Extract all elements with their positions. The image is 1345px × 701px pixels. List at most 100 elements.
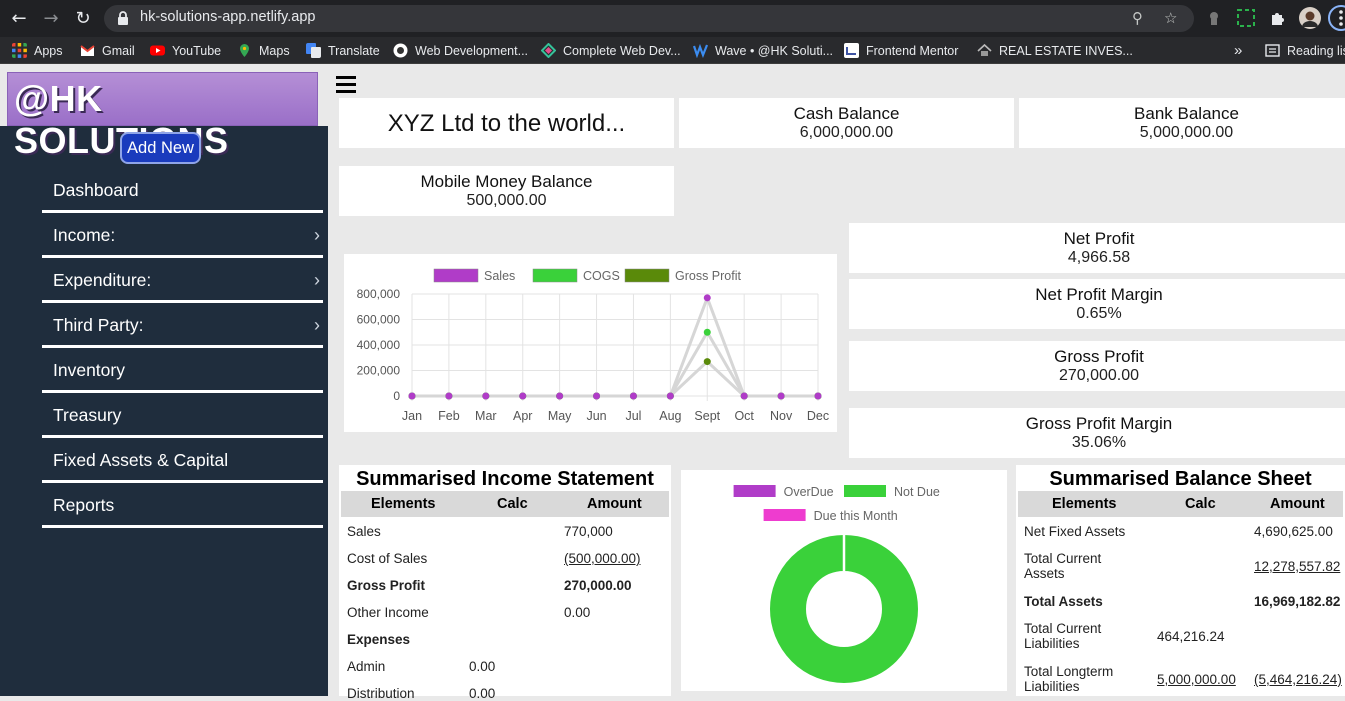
x-tick-label: Nov (770, 409, 793, 423)
column-header: Amount (1270, 496, 1325, 512)
bookmarks-overflow-icon[interactable]: » (1234, 42, 1242, 60)
bookmark-real-estate[interactable]: REAL ESTATE INVES... (977, 42, 1133, 60)
card-value: 500,000.00 (466, 192, 547, 209)
legend-swatch (433, 268, 479, 283)
bookmark-maps[interactable]: Maps (237, 42, 290, 60)
data-point (703, 294, 711, 302)
bookmark-gmail[interactable]: Gmail (80, 42, 135, 60)
back-icon[interactable]: ← (6, 6, 32, 32)
table-header: Elements Calc Amount (1018, 491, 1343, 517)
data-point (482, 392, 490, 400)
x-tick-label: Jun (586, 409, 606, 423)
card-value: 5,000,000.00 (1139, 124, 1234, 141)
mobile-money-card: Mobile Money Balance 500,000.00 (339, 166, 674, 216)
column-header: Calc (1185, 496, 1216, 512)
gross-profit-card: Gross Profit 270,000.00 (849, 341, 1345, 391)
sidebar-item-label: Dashboard (53, 180, 139, 200)
menu-dots-icon[interactable] (1328, 5, 1345, 31)
bookmark-web-development[interactable]: Web Development... (393, 42, 528, 60)
invoice-status-donut-chart: OverDue Not Due Due this Month (681, 470, 1007, 691)
bookmark-translate[interactable]: Translate (306, 42, 380, 60)
sidebar-item-label: Treasury (53, 405, 122, 425)
table-header: Elements Calc Amount (341, 491, 669, 517)
bookmark-label: REAL ESTATE INVES... (999, 44, 1133, 58)
row-element: Distribution (347, 686, 415, 701)
data-point (556, 392, 564, 400)
card-value: 0.65% (1076, 305, 1122, 322)
legend-swatch (532, 268, 578, 283)
url-text: hk-solutions-app.netlify.app (140, 9, 316, 25)
zoom-icon[interactable]: ⚲ (1132, 9, 1143, 27)
data-point (703, 358, 711, 366)
row-amount: 12,278,557.82 (1254, 559, 1341, 574)
frontend-mentor-icon (844, 43, 859, 58)
data-point (629, 392, 637, 400)
sidebar-menu: Dashboard Income: › Expenditure: › Third P… (42, 168, 323, 528)
x-tick-label: Aug (659, 409, 681, 423)
y-tick-label: 200,000 (357, 364, 401, 378)
card-value: 35.06% (1071, 434, 1127, 451)
card-value: 270,000.00 (1058, 367, 1140, 384)
brand-logo[interactable]: @HK SOLUTIONS (7, 72, 318, 161)
income-statement-panel: Summarised Income Statement Elements Cal… (339, 465, 671, 701)
chevron-right-icon: › (314, 270, 320, 290)
sidebar-item-treasury[interactable]: Treasury (42, 393, 323, 438)
x-tick-label: Jul (625, 409, 641, 423)
column-header: Amount (587, 496, 642, 512)
bookmark-label: Gmail (102, 44, 135, 58)
chart-legend: OverDue Not Due Due this Month (733, 485, 940, 523)
reload-icon[interactable]: ↻ (70, 6, 96, 32)
address-bar[interactable]: hk-solutions-app.netlify.app ⚲ ☆ (104, 5, 1194, 32)
translate-icon (306, 43, 321, 58)
bookmark-label: Web Development... (415, 44, 529, 58)
star-icon[interactable]: ☆ (1164, 9, 1177, 27)
sidebar-item-fixed-assets[interactable]: Fixed Assets & Capital (42, 438, 323, 483)
bookmark-label: Complete Web Dev... (563, 44, 681, 58)
legend-label: COGS (583, 269, 620, 283)
bookmark-youtube[interactable]: YouTube (150, 42, 221, 60)
sidebar-item-third-party[interactable]: Third Party: › (42, 303, 323, 348)
net-profit-margin-card: Net Profit Margin 0.65% (849, 279, 1345, 329)
avatar[interactable] (1299, 7, 1321, 29)
extension-icon[interactable] (1204, 8, 1224, 28)
row-element: Total Current Liabilities (1024, 621, 1102, 651)
hamburger-menu-icon[interactable] (336, 76, 356, 94)
sidebar-item-income[interactable]: Income: › (42, 213, 323, 258)
sidebar-item-dashboard[interactable]: Dashboard (42, 168, 323, 213)
app-root: @HK SOLUTIONS Add New Dashboard Income: ›… (0, 64, 1345, 701)
row-amount: 4,690,625.00 (1254, 524, 1333, 539)
data-point (519, 392, 527, 400)
row-element: Admin (347, 659, 386, 674)
sidebar-item-expenditure[interactable]: Expenditure: › (42, 258, 323, 303)
data-point (408, 392, 416, 400)
sidebar-item-inventory[interactable]: Inventory (42, 348, 323, 393)
bookmark-label: Apps (34, 44, 63, 58)
x-tick-label: Oct (734, 409, 754, 423)
screen-capture-icon[interactable] (1236, 8, 1256, 28)
forward-icon[interactable]: → (38, 6, 64, 32)
x-tick-label: May (548, 409, 572, 423)
legend-swatch (733, 485, 776, 497)
reading-list[interactable]: Reading lis (1265, 42, 1345, 60)
bookmark-label: YouTube (172, 44, 222, 58)
lock-icon (118, 11, 128, 25)
x-tick-label: Feb (438, 409, 460, 423)
card-value: 4,966.58 (1067, 249, 1131, 266)
bookmark-wave[interactable]: Wave • @HK Soluti... (693, 42, 833, 60)
company-title: XYZ Ltd to the world... (339, 98, 674, 148)
gross-profit-margin-card: Gross Profit Margin 35.06% (849, 408, 1345, 458)
add-new-button[interactable]: Add New (120, 132, 201, 164)
card-label: Mobile Money Balance (420, 172, 593, 191)
bookmark-frontend-mentor[interactable]: Frontend Mentor (844, 42, 958, 60)
bookmark-label: Wave • @HK Soluti... (715, 44, 834, 58)
series-line (412, 329, 818, 398)
legend-label: Not Due (894, 485, 940, 499)
card-label: Cash Balance (793, 104, 900, 123)
row-calc: 0.00 (469, 659, 496, 674)
bookmark-complete-web-dev[interactable]: Complete Web Dev... (541, 42, 681, 60)
x-tick-label: Mar (475, 409, 497, 423)
puzzle-icon[interactable] (1268, 8, 1288, 28)
card-label: Bank Balance (1134, 104, 1239, 123)
sidebar-item-reports[interactable]: Reports (42, 483, 323, 528)
bookmark-apps[interactable]: Apps (12, 42, 63, 60)
